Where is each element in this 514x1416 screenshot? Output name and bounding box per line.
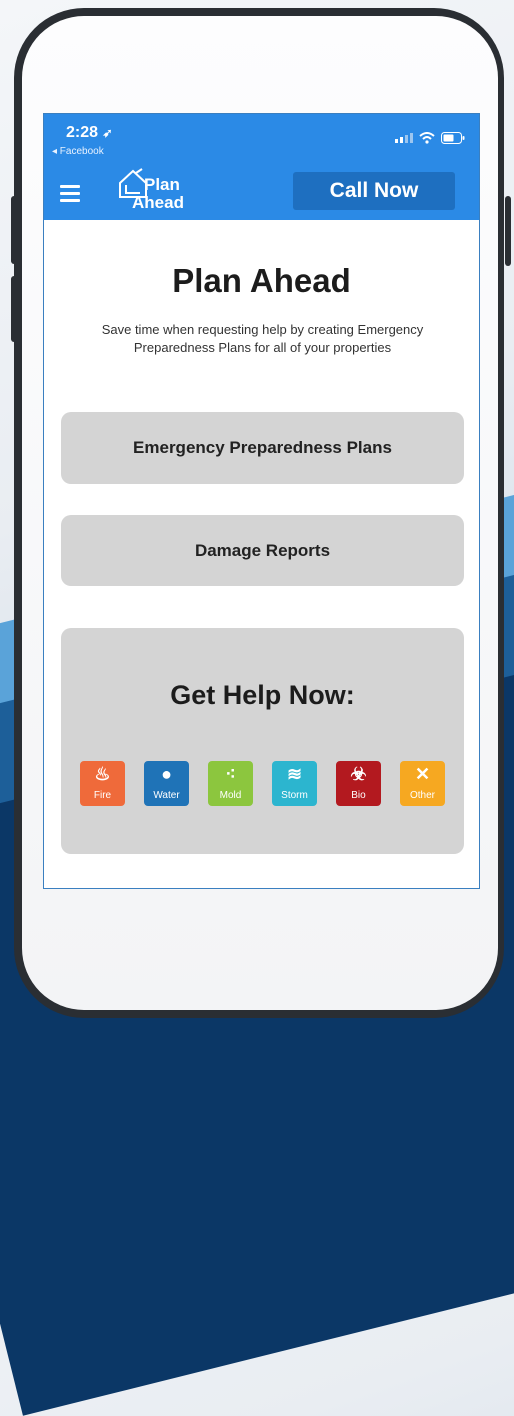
power-button [505,196,511,266]
get-help-title: Get Help Now: [170,680,355,710]
storm-help-button[interactable]: ≋ Storm [272,761,317,806]
plan-ahead-logo: Plan Ahead [116,167,196,213]
biohazard-icon: ☣ [350,764,367,784]
bio-help-button[interactable]: ☣ Bio [336,761,381,806]
help-category-icons: ♨ Fire ● Water ⁖ Mold ≋ Storm ☣ Bio ✕ Ot… [80,761,445,806]
get-help-panel: Get Help Now: ♨ Fire ● Water ⁖ Mold ≋ St… [61,628,464,854]
status-icons [395,132,465,144]
water-drop-icon: ● [161,764,172,784]
other-help-button[interactable]: ✕ Other [400,761,445,806]
damage-reports-button[interactable]: Damage Reports [61,515,464,586]
mold-help-button[interactable]: ⁖ Mold [208,761,253,806]
status-time: 2:28 ➶ [66,124,113,142]
mold-label: Mold [219,790,242,801]
menu-hamburger-icon[interactable] [60,185,80,206]
page-title: Plan Ahead [172,262,351,299]
emergency-preparedness-plans-label: Emergency Preparedness Plans [133,438,392,457]
status-time-text: 2:28 [66,124,99,141]
fire-help-button[interactable]: ♨ Fire [80,761,125,806]
storm-label: Storm [281,790,308,801]
call-now-button[interactable]: Call Now [293,172,455,210]
tornado-icon: ≋ [286,764,303,784]
fire-label: Fire [93,790,112,801]
flame-icon: ♨ [94,764,111,784]
water-help-button[interactable]: ● Water [144,761,189,806]
other-label: Other [409,790,435,801]
page-subtitle: Save time when requesting help by creati… [101,322,424,355]
mold-spores-icon: ⁖ [225,764,236,784]
water-label: Water [153,790,180,801]
location-arrow-icon: ➶ [102,126,113,140]
tools-icon: ✕ [414,764,431,784]
back-to-app-link[interactable]: ◂ Facebook [52,146,104,157]
app-header: 2:28 ➶ ◂ Facebook Plan Ahead Call Now [44,114,479,220]
battery-icon [441,132,465,144]
app-screen: 2:28 ➶ ◂ Facebook Plan Ahead Call Now Pl… [43,113,480,889]
bio-label: Bio [351,790,366,801]
logo-text-ahead: Ahead [132,193,184,212]
logo-text-plan: Plan [144,175,180,194]
wifi-icon [419,132,435,144]
cellular-signal-icon [395,133,413,143]
damage-reports-label: Damage Reports [194,541,331,560]
emergency-preparedness-plans-button[interactable]: Emergency Preparedness Plans [61,412,464,484]
